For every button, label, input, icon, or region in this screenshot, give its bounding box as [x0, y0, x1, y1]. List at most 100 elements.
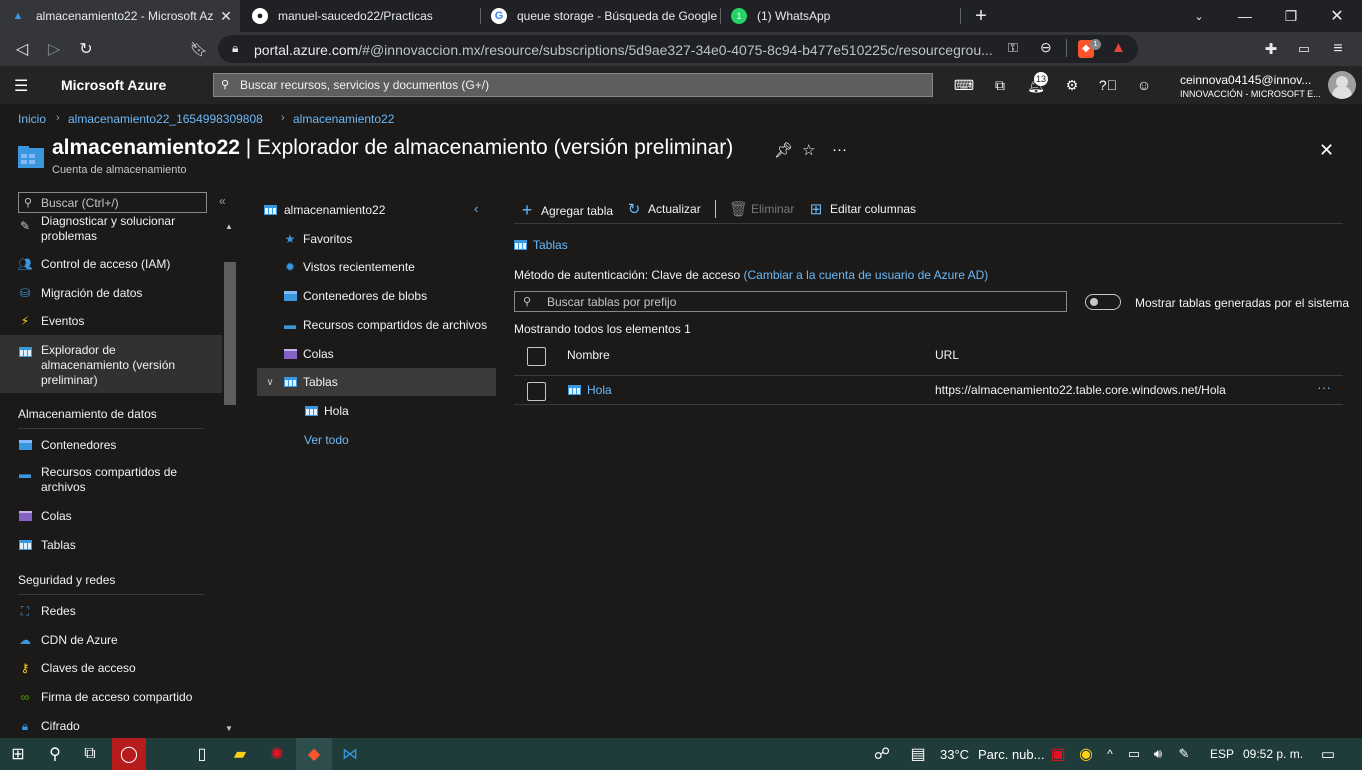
- tree-favorites[interactable]: ★ Favoritos: [257, 225, 496, 253]
- pin-icon[interactable]: 📌︎: [774, 141, 793, 159]
- brave-rewards-icon[interactable]: ▲: [1111, 39, 1126, 56]
- avatar[interactable]: [1328, 71, 1356, 99]
- close-blade-icon[interactable]: ✕: [1319, 140, 1334, 161]
- directory-filter-icon[interactable]: ⧉: [990, 75, 1010, 95]
- collapse-tree-icon[interactable]: ‹: [474, 201, 478, 216]
- nav-tables[interactable]: Tablas: [0, 535, 222, 555]
- select-all-checkbox[interactable]: [527, 347, 546, 366]
- tab-google[interactable]: G queue storage - Búsqueda de Google: [481, 0, 717, 32]
- network-icon[interactable]: ▭: [1122, 738, 1146, 770]
- tree-file-shares[interactable]: ▬ Recursos compartidos de archivos: [257, 311, 496, 339]
- column-header-url[interactable]: URL: [935, 348, 959, 362]
- close-window-icon[interactable]: ✕: [1314, 0, 1360, 32]
- switch-auth-link[interactable]: (Cambiar a la cuenta de usuario de Azure…: [744, 268, 989, 282]
- menu-scrollbar[interactable]: ▲ ▼: [222, 218, 238, 738]
- column-header-name[interactable]: Nombre: [567, 348, 610, 362]
- nav-migration[interactable]: ⛁ Migración de datos: [0, 283, 222, 303]
- chevron-down-icon[interactable]: ∨: [262, 374, 278, 390]
- tab-whatsapp[interactable]: 1 (1) WhatsApp: [721, 0, 957, 32]
- row-name-link[interactable]: Hola: [587, 383, 612, 397]
- nav-queues[interactable]: Colas: [0, 506, 222, 526]
- star-icon[interactable]: ☆: [802, 141, 815, 159]
- hamburger-icon[interactable]: ☰: [14, 76, 28, 96]
- add-table-button[interactable]: + Agregar tabla: [519, 200, 613, 221]
- tab-azure[interactable]: ▲ almacenamiento22 - Microsoft Az ✕: [0, 0, 240, 32]
- tree-tables[interactable]: ∨ Tablas: [257, 368, 496, 396]
- notification-center-icon[interactable]: ▭: [1310, 738, 1346, 770]
- breadcrumb-home[interactable]: Inicio: [18, 112, 46, 126]
- help-icon[interactable]: ?⃝: [1098, 75, 1118, 95]
- feedback-icon[interactable]: ☺: [1134, 75, 1154, 95]
- scroll-up-icon[interactable]: ▲: [225, 222, 233, 231]
- minimize-icon[interactable]: —: [1222, 0, 1268, 32]
- extensions-icon[interactable]: ✚: [1260, 38, 1282, 60]
- vscode-icon[interactable]: ⋈: [332, 738, 368, 770]
- see-all-link[interactable]: Ver todo: [304, 433, 349, 447]
- tree-root[interactable]: almacenamiento22 ‹: [257, 196, 496, 224]
- scroll-down-icon[interactable]: ▼: [225, 724, 233, 733]
- menu-icon[interactable]: ≡: [1327, 38, 1349, 60]
- nav-diagnose[interactable]: ✎ Diagnosticar y solucionar problemas: [0, 216, 222, 248]
- opera-icon[interactable]: ◯: [112, 738, 146, 770]
- tray-app-icon[interactable]: ▣: [1046, 738, 1070, 770]
- user-account[interactable]: ceinnova04145@innov... INNOVACCIÓN - MIC…: [1180, 73, 1321, 99]
- delete-button[interactable]: 🗑︎ Eliminar: [729, 200, 794, 218]
- global-search-input[interactable]: [240, 77, 920, 93]
- gear-icon[interactable]: ⚙: [1062, 75, 1082, 95]
- brave-icon[interactable]: ◆: [296, 738, 332, 770]
- tree-recent[interactable]: ✹ Vistos recientemente: [257, 253, 496, 281]
- breadcrumb-account[interactable]: almacenamiento22: [293, 112, 394, 126]
- tree-blob-containers[interactable]: Contenedores de blobs: [257, 282, 496, 310]
- weather-icon[interactable]: ▤: [900, 738, 936, 770]
- restore-icon[interactable]: ❐: [1268, 0, 1314, 32]
- more-icon[interactable]: ···: [832, 141, 847, 158]
- key-icon[interactable]: ⚿: [1008, 40, 1018, 56]
- pen-icon[interactable]: ✎: [1172, 738, 1196, 770]
- global-search[interactable]: ⚲: [213, 73, 933, 97]
- nav-containers[interactable]: Contenedores: [0, 435, 222, 455]
- folder-icon[interactable]: ▰: [222, 738, 258, 770]
- search-icon[interactable]: ⚲: [37, 738, 73, 770]
- phone-icon[interactable]: ▯: [184, 738, 220, 770]
- system-tables-toggle[interactable]: [1085, 294, 1121, 310]
- nav-encryption[interactable]: 🔒︎ Cifrado: [0, 716, 222, 736]
- nav-file-shares[interactable]: ▬ Recursos compartidos de archivos: [0, 464, 222, 498]
- tree-see-all[interactable]: Ver todo: [257, 426, 496, 454]
- nav-cdn[interactable]: ☁ CDN de Azure: [0, 630, 222, 650]
- nav-events[interactable]: ⚡︎ Eventos: [0, 311, 222, 331]
- davinci-icon[interactable]: ✺: [259, 738, 295, 770]
- tab-github[interactable]: ● manuel-saucedo22/Practicas: [242, 0, 478, 32]
- nav-iam[interactable]: 👥︎ Control de acceso (IAM): [0, 254, 222, 274]
- edit-columns-button[interactable]: ⊞ Editar columnas: [808, 200, 916, 218]
- wallet-icon[interactable]: ▭: [1293, 38, 1315, 60]
- breadcrumb-resource-group[interactable]: almacenamiento22_1654998309808: [68, 112, 263, 126]
- forward-icon[interactable]: ▷: [43, 38, 65, 60]
- row-more-icon[interactable]: ···: [1317, 379, 1331, 395]
- close-icon[interactable]: ✕: [218, 8, 234, 24]
- tree-table-hola[interactable]: Hola: [257, 397, 496, 425]
- collapse-menu-icon[interactable]: «: [219, 194, 226, 208]
- tab-search-icon[interactable]: ⌄: [1176, 0, 1222, 32]
- table-search[interactable]: ⚲: [514, 291, 1067, 312]
- nav-storage-explorer[interactable]: Explorador de almacenamiento (versión pr…: [0, 335, 222, 393]
- nav-sas[interactable]: ∞ Firma de acceso compartido: [0, 687, 222, 707]
- scroll-thumb[interactable]: [224, 262, 236, 405]
- cloud-shell-icon[interactable]: ⌨︎: [954, 75, 974, 95]
- nav-networking[interactable]: ⛶ Redes: [0, 601, 222, 621]
- address-bar[interactable]: 🔒︎ portal.azure.com/#@innovaccion.mx/res…: [218, 35, 1138, 63]
- task-view-icon[interactable]: ⧉: [72, 738, 108, 770]
- new-tab-button[interactable]: +: [958, 0, 1004, 32]
- tray-app-icon[interactable]: ◉: [1074, 738, 1098, 770]
- volume-icon[interactable]: 🔊︎: [1146, 738, 1170, 770]
- table-search-input[interactable]: [547, 294, 1057, 309]
- windows-start-icon[interactable]: ⊞: [0, 738, 36, 770]
- people-icon[interactable]: ☍: [864, 738, 900, 770]
- language-indicator[interactable]: ESP: [1210, 747, 1234, 761]
- menu-search-input[interactable]: [41, 195, 201, 210]
- brand-label[interactable]: Microsoft Azure: [61, 77, 166, 93]
- menu-search[interactable]: ⚲: [18, 192, 207, 213]
- tray-chevron-icon[interactable]: ^: [1098, 738, 1122, 770]
- row-checkbox[interactable]: [527, 382, 546, 401]
- nav-access-keys[interactable]: ⚷ Claves de acceso: [0, 658, 222, 678]
- content-breadcrumb[interactable]: Tablas: [514, 238, 568, 252]
